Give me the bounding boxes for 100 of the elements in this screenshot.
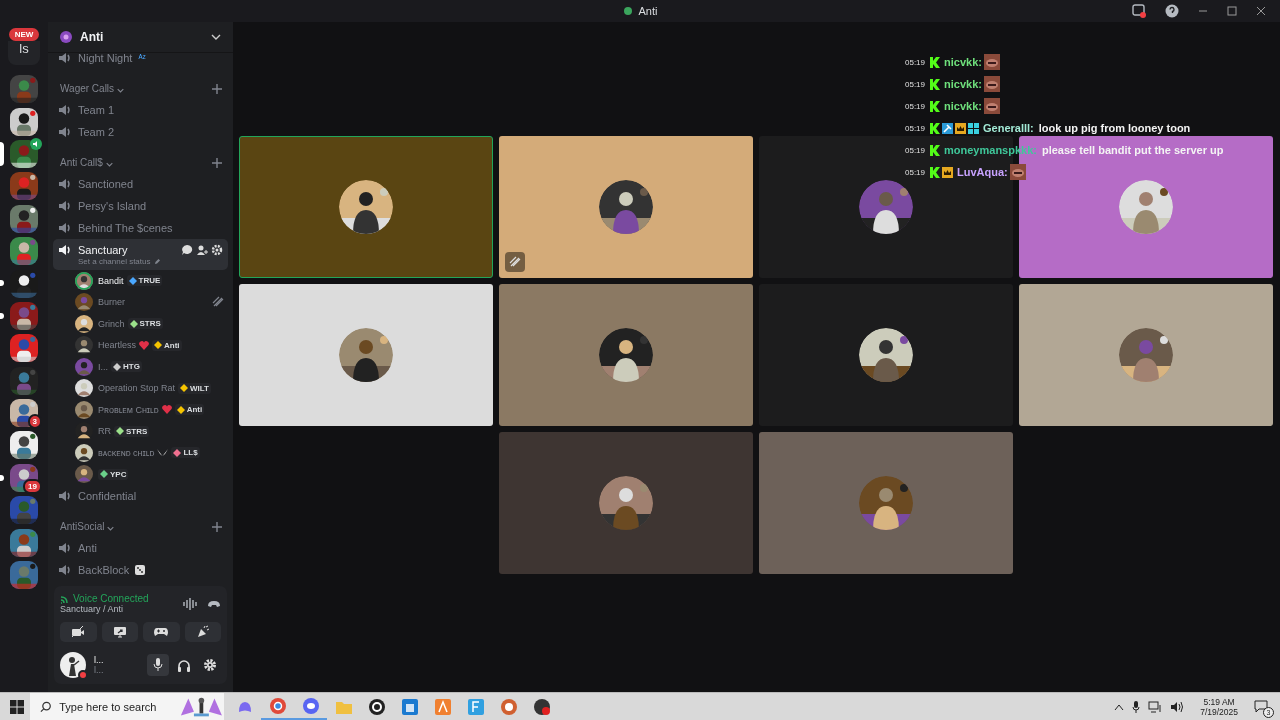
settings-icon[interactable] bbox=[211, 244, 223, 256]
timestamp: 05:19 bbox=[905, 167, 926, 177]
clock-time[interactable]: 5:19 AM bbox=[1203, 696, 1235, 707]
k-badge-icon bbox=[930, 100, 941, 112]
clock-date[interactable]: 7/19/2025 bbox=[1200, 706, 1238, 717]
close-icon[interactable] bbox=[1256, 6, 1266, 16]
help-icon[interactable] bbox=[1165, 4, 1179, 18]
category-header[interactable]: AntiSocial bbox=[60, 521, 105, 532]
search-box[interactable]: Type here to search bbox=[30, 693, 224, 720]
waveform-icon[interactable] bbox=[183, 597, 197, 610]
voice-channel[interactable]: Team 2 bbox=[53, 121, 228, 143]
microphone-icon[interactable] bbox=[1132, 700, 1141, 713]
camera-off-button[interactable] bbox=[60, 622, 97, 642]
add-channel-icon[interactable] bbox=[212, 522, 222, 532]
server-icon bbox=[622, 6, 633, 16]
invite-icon[interactable] bbox=[196, 244, 208, 256]
voice-channel-path[interactable]: Sanctuary / Anti bbox=[60, 604, 173, 614]
member-name[interactable]: ʙᴀᴄᴋᴇɴᴅ ᴄʜɪʟᴅ bbox=[98, 447, 155, 458]
activity-button[interactable] bbox=[143, 622, 180, 642]
speaker-icon bbox=[58, 541, 72, 555]
crown-badge-icon bbox=[942, 166, 954, 178]
crown-badge-icon bbox=[955, 122, 967, 134]
network-icon[interactable] bbox=[1148, 700, 1163, 713]
pencil-icon bbox=[153, 258, 161, 265]
k-badge-icon bbox=[930, 78, 941, 90]
hang-up-icon[interactable] bbox=[207, 599, 221, 608]
voice-channel[interactable]: Team 1 bbox=[53, 99, 228, 121]
voice-channel[interactable]: Anti bbox=[53, 537, 228, 559]
maximize-icon[interactable] bbox=[1227, 6, 1237, 16]
add-channel-icon[interactable] bbox=[212, 158, 222, 168]
timestamp: 05:19 bbox=[905, 123, 926, 133]
category-header[interactable]: Wager Calls bbox=[60, 83, 115, 94]
emote-icon bbox=[983, 98, 1000, 114]
headset-icon bbox=[177, 658, 191, 672]
voice-channel[interactable]: Sanctuary Set a channel status bbox=[53, 239, 228, 270]
chevron-icon bbox=[107, 525, 115, 532]
video-tile[interactable] bbox=[759, 284, 1013, 426]
member-name[interactable]: Heartless bbox=[98, 340, 136, 351]
timestamp: 05:19 bbox=[905, 145, 926, 155]
voice-channel[interactable]: Confidential bbox=[53, 485, 228, 507]
category-header[interactable]: Anti Call$ bbox=[60, 157, 103, 168]
speaker-icon bbox=[58, 243, 72, 257]
search-field[interactable]: Type here to search bbox=[59, 700, 172, 713]
volume-icon[interactable] bbox=[1170, 700, 1185, 713]
server-indicator bbox=[0, 474, 4, 481]
voice-channel[interactable]: Behind The $cenes bbox=[53, 217, 228, 239]
video-tile[interactable] bbox=[759, 432, 1013, 574]
member-name[interactable]: RR bbox=[98, 426, 111, 437]
video-tile[interactable] bbox=[1019, 284, 1273, 426]
start-icon[interactable] bbox=[10, 699, 24, 714]
grid-badge-icon bbox=[968, 122, 980, 134]
chat-username: nicvkk: bbox=[944, 56, 982, 68]
speaker-icon bbox=[58, 563, 72, 577]
voice-channel[interactable]: Sanctioned bbox=[53, 173, 228, 195]
emote-icon bbox=[983, 76, 1000, 92]
video-off-icon bbox=[505, 252, 525, 272]
microphone-button[interactable] bbox=[147, 654, 169, 676]
window-title: Anti bbox=[638, 5, 658, 17]
server-header[interactable]: Anti bbox=[48, 22, 233, 53]
video-tile[interactable] bbox=[239, 136, 493, 278]
wings-icon bbox=[157, 448, 169, 457]
member-name[interactable]: Burner bbox=[98, 297, 125, 308]
server-icon bbox=[60, 31, 72, 43]
chat-message: look up pig from looney toon bbox=[1038, 122, 1191, 134]
chevron-icon bbox=[105, 161, 113, 168]
member-name[interactable]: Bandit bbox=[98, 275, 124, 286]
video-tile[interactable] bbox=[499, 284, 753, 426]
voice-status: Voice Connected bbox=[73, 593, 149, 604]
k-badge-icon bbox=[930, 56, 941, 68]
screen-share-button[interactable] bbox=[101, 622, 138, 642]
member-name[interactable]: Operation Stop Rat bbox=[98, 383, 176, 394]
notification-badge: 19 bbox=[23, 479, 42, 495]
member-name[interactable]: I... bbox=[98, 361, 108, 372]
speaker-icon bbox=[58, 489, 72, 503]
member-name[interactable]: Grinch bbox=[98, 318, 125, 329]
chat-username: nicvkk: bbox=[944, 100, 982, 112]
speaker-icon bbox=[58, 221, 72, 235]
speaker-icon bbox=[30, 137, 42, 150]
chat-username: Generalll: bbox=[983, 122, 1034, 134]
user-status: l... bbox=[94, 665, 105, 675]
voice-channel[interactable]: BackBlock bbox=[53, 559, 228, 581]
chat-icon[interactable] bbox=[181, 244, 193, 256]
video-tile[interactable] bbox=[499, 136, 753, 278]
speaker-icon bbox=[58, 103, 72, 117]
video-tile[interactable] bbox=[499, 432, 753, 574]
chevron-icon[interactable] bbox=[1114, 702, 1125, 711]
emote-icon bbox=[983, 54, 1000, 70]
chevron-icon bbox=[117, 87, 125, 94]
inbox-icon[interactable] bbox=[1132, 4, 1146, 18]
camera-off-icon bbox=[71, 626, 86, 638]
k-badge-icon bbox=[930, 144, 941, 156]
heart-icon bbox=[139, 340, 149, 350]
member-name[interactable]: Pʀᴏʙʟᴇᴍ Cʜɪʟᴅ bbox=[98, 404, 159, 415]
voice-channel[interactable]: Persy's Island bbox=[53, 195, 228, 217]
direct-messages-button[interactable]: ls bbox=[8, 41, 40, 65]
video-tile[interactable] bbox=[239, 284, 493, 426]
soundboard-button[interactable] bbox=[184, 622, 221, 642]
chat-message: please tell bandit put the server up bbox=[1041, 144, 1224, 156]
add-channel-icon[interactable] bbox=[212, 84, 222, 94]
speaker-icon bbox=[58, 177, 72, 191]
